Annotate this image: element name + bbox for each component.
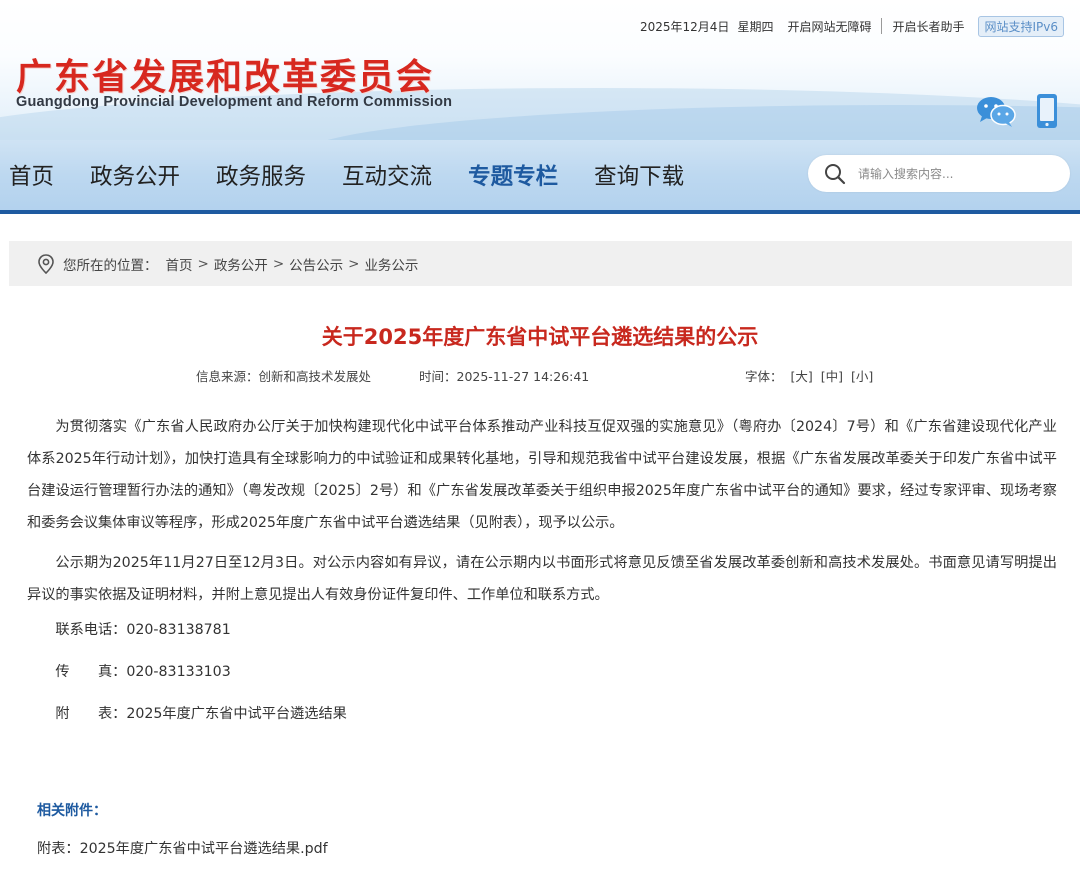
search-box <box>808 155 1070 192</box>
ipv6-badge: 网站支持IPv6 <box>978 15 1064 37</box>
article-paragraph: 为贯彻落实《广东省人民政府办公厅关于加快构建现代化中试平台体系推动产业科技互促双… <box>27 419 1057 531</box>
nav-item-query-download[interactable]: 查询下载 <box>594 159 684 191</box>
nav-items: 首页 政务公开 政务服务 互动交流 专题专栏 查询下载 <box>9 140 720 210</box>
article-source: 信息来源：创新和高技术发展处 <box>196 369 372 384</box>
nav-bottom-border <box>0 210 1080 214</box>
font-size-label: 字体： <box>745 369 783 384</box>
current-date: 2025年12月4日 <box>639 19 730 34</box>
attachments-heading: 相关附件： <box>37 803 107 819</box>
font-medium-button[interactable]: [中] <box>821 369 843 384</box>
nav-item-gov-affairs-open[interactable]: 政务公开 <box>90 159 180 191</box>
article-time: 时间：2025-11-27 14:26:41 <box>419 369 590 384</box>
article-meta: 信息来源：创新和高技术发展处 时间：2025-11-27 14:26:41 字体… <box>0 366 1080 384</box>
breadcrumb-label: 您所在的位置： <box>63 257 158 274</box>
breadcrumb-item-home[interactable]: 首页 <box>166 254 193 274</box>
elder-assistant-link[interactable]: 开启长者助手 <box>892 18 964 35</box>
current-weekday: 星期四 <box>737 19 774 34</box>
breadcrumb: 您所在的位置： 首页 > 政务公开 > 公告公示 > 业务公示 <box>9 241 1072 286</box>
font-size-controls: 字体： [大] [中] [小] <box>745 366 873 385</box>
wechat-icon[interactable] <box>976 94 1016 128</box>
breadcrumb-separator: > <box>272 255 285 272</box>
article-title: 关于2025年度广东省中试平台遴选结果的公示 <box>321 325 759 349</box>
site-logo-en: Guangdong Provincial Development and Ref… <box>16 94 453 110</box>
header-icons <box>976 93 1058 129</box>
search-icon[interactable] <box>824 163 846 185</box>
nav-item-special-topics[interactable]: 专题专栏 <box>468 159 558 191</box>
mobile-icon[interactable] <box>1036 93 1058 129</box>
breadcrumb-separator: > <box>348 255 360 272</box>
appendix-note: 附 表：2025年度广东省中试平台遴选结果 <box>55 706 347 722</box>
site-logo-cn[interactable]: 广东省发展和改革委员会 <box>16 48 434 100</box>
article-body: 为贯彻落实《广东省人民政府办公厅关于加快构建现代化中试平台体系推动产业科技互促双… <box>27 411 1057 745</box>
font-large-button[interactable]: [大] <box>791 369 813 384</box>
accessibility-link[interactable]: 开启网站无障碍 <box>787 18 871 35</box>
breadcrumb-item-announcements[interactable]: 公告公示 <box>289 254 343 274</box>
breadcrumb-item-business-announcements[interactable]: 业务公示 <box>364 254 418 274</box>
breadcrumb-separator: > <box>197 255 209 272</box>
nav-item-gov-services[interactable]: 政务服务 <box>216 159 306 191</box>
contact-fax: 传 真：020-83133103 <box>55 664 231 680</box>
font-small-button[interactable]: [小] <box>851 369 873 384</box>
nav-item-home[interactable]: 首页 <box>9 159 54 191</box>
location-pin-icon <box>38 253 54 274</box>
search-input[interactable] <box>858 166 1048 181</box>
top-utility-bar: 2025年12月4日 星期四 开启网站无障碍 开启长者助手 网站支持IPv6 <box>639 15 1064 37</box>
site-header: 2025年12月4日 星期四 开启网站无障碍 开启长者助手 网站支持IPv6 广… <box>0 0 1080 140</box>
breadcrumb-item-gov-affairs-open[interactable]: 政务公开 <box>214 254 268 274</box>
article-paragraph: 公示期为2025年11月27日至12月3日。对公示内容如有异议，请在公示期内以书… <box>27 555 1057 603</box>
divider <box>881 18 883 34</box>
nav-item-interaction[interactable]: 互动交流 <box>342 159 432 191</box>
attachment-link[interactable]: 附表：2025年度广东省中试平台遴选结果.pdf <box>37 838 328 858</box>
contact-phone: 联系电话：020-83138781 <box>55 622 231 638</box>
